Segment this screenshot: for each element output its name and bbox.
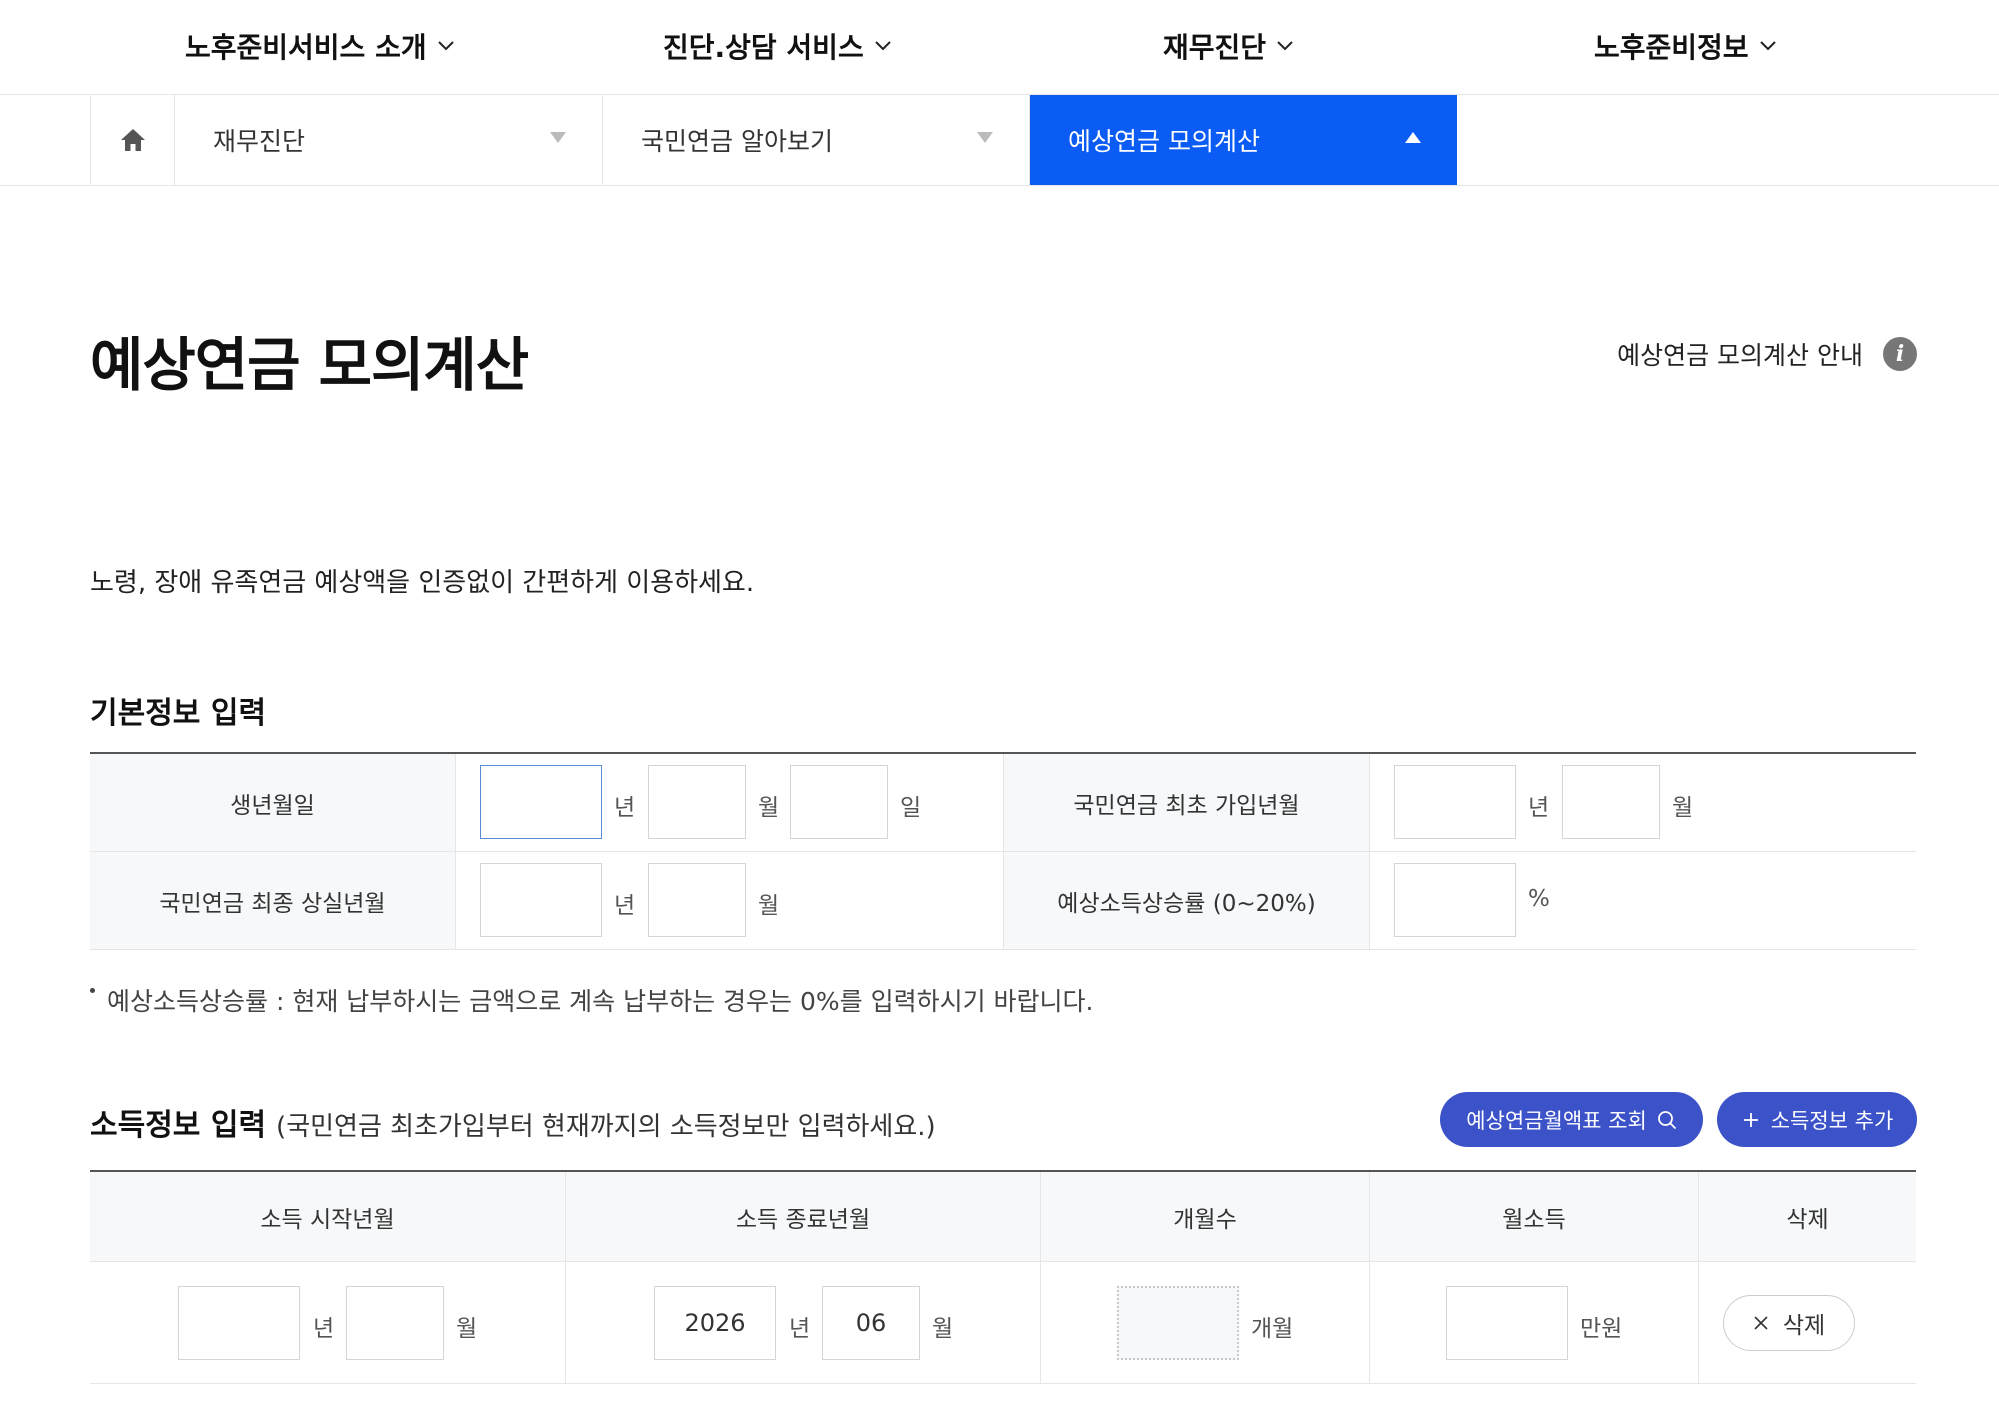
intro-text: 노령, 장애 유족연금 예상액을 인증없이 간편하게 이용하세요.	[90, 568, 755, 598]
income-info-title: 소득정보 입력 (국민연금 최초가입부터 현재까지의 소득정보만 입력하세요.)	[90, 1100, 936, 1144]
income-start-month-input[interactable]	[346, 1286, 444, 1360]
basic-info-table: 생년월일 년 월 일 국민연금 최초 가입년월 년 월 국민연금 최종 상실년월…	[90, 752, 1916, 950]
column-header: 개월수	[1041, 1172, 1370, 1261]
page-title: 예상연금 모의계산	[90, 331, 529, 399]
unit-year: 년	[313, 1316, 335, 1342]
table-row: 생년월일 년 월 일 국민연금 최초 가입년월 년 월	[90, 754, 1916, 852]
first-join-label: 국민연금 최초 가입년월	[1004, 754, 1370, 851]
unit-month: 월	[758, 795, 780, 821]
unit-year: 년	[1528, 795, 1550, 821]
breadcrumb-select-level1[interactable]: 재무진단	[175, 95, 603, 185]
info-icon: i	[1883, 337, 1917, 371]
unit-day: 일	[900, 795, 922, 821]
unit-year: 년	[614, 795, 636, 821]
breadcrumb-select-level2[interactable]: 국민연금 알아보기	[603, 95, 1030, 185]
months-count-field	[1117, 1286, 1239, 1360]
last-loss-year-input[interactable]	[480, 863, 602, 937]
income-start-year-input[interactable]	[178, 1286, 300, 1360]
guide-link[interactable]: 예상연금 모의계산 안내 i	[1617, 336, 1917, 372]
unit-year: 년	[614, 893, 636, 919]
birth-month-input[interactable]	[648, 765, 746, 839]
income-start-cell: 년 월	[90, 1262, 566, 1383]
search-icon	[1657, 1110, 1676, 1129]
first-join-cell: 년 월	[1370, 754, 1916, 851]
gnb-item-financial-diagnosis[interactable]: 재무진단	[1163, 26, 1294, 66]
note-text: 예상소득상승률 : 현재 납부하시는 금액으로 계속 납부하는 경우는 0%를 …	[107, 987, 1094, 1016]
caret-down-icon	[550, 132, 566, 143]
gnb-item-consulting[interactable]: 진단.상담 서비스	[663, 26, 892, 66]
chevron-down-icon	[1759, 41, 1776, 51]
last-loss-label: 국민연금 최종 상실년월	[90, 852, 456, 949]
column-header: 월소득	[1370, 1172, 1699, 1261]
column-header: 소득 시작년월	[90, 1172, 566, 1261]
breadcrumb: 재무진단 국민연금 알아보기 예상연금 모의계산	[0, 95, 1999, 186]
table-row: 국민연금 최종 상실년월 년 월 예상소득상승률 (0~20%) %	[90, 852, 1916, 950]
birth-date-cell: 년 월 일	[456, 754, 1004, 851]
income-info-subtitle: (국민연금 최초가입부터 현재까지의 소득정보만 입력하세요.)	[276, 1112, 936, 1142]
top-navigation: 노후준비서비스 소개 진단.상담 서비스 재무진단 노후준비정보	[0, 0, 1999, 95]
caret-up-icon	[1405, 132, 1421, 143]
add-button-label: 소득정보 추가	[1770, 1108, 1894, 1133]
table-row: 년 월 2026 년 06 월 개월 만원 삭제	[90, 1262, 1916, 1384]
breadcrumb-level1-label: 재무진단	[213, 127, 306, 156]
growth-rate-note: 예상소득상승률 : 현재 납부하시는 금액으로 계속 납부하는 경우는 0%를 …	[90, 982, 1094, 1018]
birth-date-label: 생년월일	[90, 754, 456, 851]
income-info-title-text: 소득정보 입력	[90, 1108, 267, 1143]
gnb-item-retirement-info[interactable]: 노후준비정보	[1594, 26, 1777, 66]
gnb-item-label: 노후준비서비스 소개	[185, 31, 427, 64]
monthly-income-input[interactable]	[1446, 1286, 1568, 1360]
pension-table-lookup-button[interactable]: 예상연금월액표 조회	[1440, 1092, 1703, 1147]
unit-month: 월	[456, 1316, 478, 1342]
breadcrumb-select-level3[interactable]: 예상연금 모의계산	[1030, 95, 1457, 185]
unit-manwon: 만원	[1580, 1316, 1623, 1342]
chevron-down-icon	[875, 41, 891, 51]
last-loss-month-input[interactable]	[648, 863, 746, 937]
birth-year-input[interactable]	[480, 765, 602, 839]
lookup-button-label: 예상연금월액표 조회	[1466, 1108, 1647, 1133]
income-end-cell: 2026 년 06 월	[566, 1262, 1041, 1383]
add-income-button[interactable]: 소득정보 추가	[1717, 1092, 1917, 1147]
growth-rate-input[interactable]	[1394, 863, 1516, 937]
birth-day-input[interactable]	[790, 765, 888, 839]
first-join-year-input[interactable]	[1394, 765, 1516, 839]
unit-month: 월	[1672, 795, 1694, 821]
bullet-icon	[90, 988, 95, 993]
breadcrumb-level3-label: 예상연금 모의계산	[1068, 127, 1260, 156]
basic-info-title: 기본정보 입력	[90, 696, 267, 731]
unit-year: 년	[789, 1316, 811, 1342]
delete-button-label: 삭제	[1782, 1313, 1826, 1339]
income-info-table: 소득 시작년월 소득 종료년월 개월수 월소득 삭제 년 월 2026 년 06…	[90, 1170, 1916, 1384]
chevron-down-icon	[1277, 41, 1293, 51]
column-header: 소득 종료년월	[566, 1172, 1041, 1261]
gnb-item-label: 노후준비정보	[1594, 31, 1749, 64]
delete-row-button[interactable]: 삭제	[1723, 1295, 1855, 1351]
home-button[interactable]	[90, 95, 175, 185]
table-header-row: 소득 시작년월 소득 종료년월 개월수 월소득 삭제	[90, 1172, 1916, 1262]
first-join-month-input[interactable]	[1562, 765, 1660, 839]
unit-month: 월	[932, 1316, 954, 1342]
growth-rate-cell: %	[1370, 852, 1916, 949]
unit-percent: %	[1528, 886, 1550, 912]
gnb-item-label: 재무진단	[1163, 31, 1267, 64]
unit-months: 개월	[1251, 1316, 1294, 1342]
breadcrumb-level2-label: 국민연금 알아보기	[641, 127, 833, 156]
last-loss-cell: 년 월	[456, 852, 1004, 949]
delete-cell: 삭제	[1699, 1262, 1916, 1383]
gnb-item-service-intro[interactable]: 노후준비서비스 소개	[185, 26, 455, 66]
column-header: 삭제	[1699, 1172, 1916, 1261]
plus-icon	[1743, 1112, 1758, 1127]
income-end-year-input[interactable]: 2026	[654, 1286, 776, 1360]
monthly-income-cell: 만원	[1370, 1262, 1699, 1383]
gnb-item-label: 진단.상담 서비스	[663, 31, 864, 64]
months-cell: 개월	[1041, 1262, 1370, 1383]
guide-link-label: 예상연금 모의계산 안내	[1617, 341, 1863, 370]
chevron-down-icon	[437, 41, 454, 51]
caret-down-icon	[977, 132, 993, 143]
growth-rate-label: 예상소득상승률 (0~20%)	[1004, 852, 1370, 949]
home-icon	[120, 129, 145, 151]
close-icon	[1754, 1316, 1768, 1330]
income-end-month-input[interactable]: 06	[822, 1286, 920, 1360]
unit-month: 월	[758, 893, 780, 919]
